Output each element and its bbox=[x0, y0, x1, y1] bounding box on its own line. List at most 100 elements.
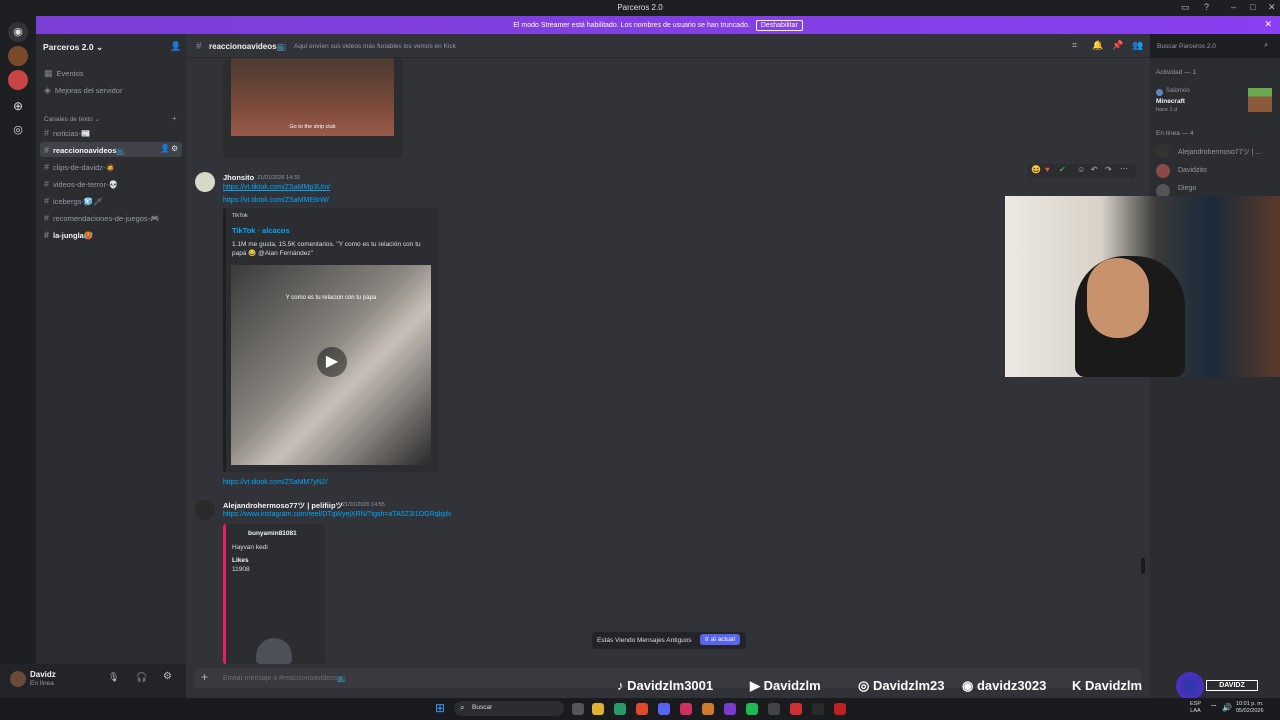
spotify-icon[interactable] bbox=[746, 703, 758, 715]
wifi-icon[interactable]: ⌔ bbox=[1210, 703, 1218, 713]
channel-clips[interactable]: # clips-de-davidz-🧔 bbox=[44, 162, 115, 172]
server-icon-2[interactable] bbox=[8, 70, 28, 90]
forward-icon[interactable]: ↷ bbox=[1105, 165, 1112, 174]
message-link[interactable]: https://vt.tiktok.com/ZSaMM7yN2/ bbox=[223, 479, 328, 486]
edge-icon[interactable] bbox=[614, 703, 626, 715]
channel-logo bbox=[1176, 672, 1204, 700]
app-icon[interactable] bbox=[834, 703, 846, 715]
channel-sidebar: Parceros 2.0 ⌄ 👤 ▦ Eventos ◈ Mejoras del s… bbox=[36, 34, 186, 664]
message-link[interactable]: https://www.instagram.com/reel/DTqWyejXR… bbox=[223, 511, 451, 518]
instagram-icon: ◎ bbox=[858, 678, 870, 693]
more-options-icon[interactable]: ⋯ bbox=[1120, 164, 1128, 173]
attach-icon[interactable]: + bbox=[201, 670, 208, 684]
add-server-icon[interactable]: ⊕ bbox=[8, 96, 28, 116]
maximize-button[interactable]: □ bbox=[1250, 2, 1255, 12]
message-link[interactable]: https://vt.tiktok.com/ZSaMME6rW/ bbox=[223, 197, 329, 204]
language-indicator[interactable]: ESP LAA bbox=[1190, 701, 1201, 715]
sidebar-item-boosts[interactable]: ◈ Mejoras del servidor bbox=[44, 85, 122, 96]
embed-title[interactable]: TikTok · alcacos bbox=[232, 226, 290, 235]
channel-noticias[interactable]: # noticias-📰 bbox=[44, 128, 90, 138]
discover-icon[interactable]: ◎ bbox=[8, 120, 28, 140]
task-view-icon[interactable] bbox=[572, 703, 584, 715]
app-icon[interactable] bbox=[724, 703, 736, 715]
add-channel-icon[interactable]: + bbox=[172, 114, 177, 123]
activity-card[interactable]: Salomón Minecraft hace 1 d bbox=[1156, 86, 1274, 116]
invite-icon[interactable]: 👤 bbox=[170, 41, 181, 52]
channel-hash-icon: # bbox=[196, 41, 202, 52]
tiktok-embed: TikTok TikTok · alcacos 1.1M me gusta, 1… bbox=[223, 208, 439, 472]
inbox-icon[interactable]: ▭ bbox=[1181, 2, 1190, 13]
reaction-check-icon[interactable]: ✔ bbox=[1059, 165, 1066, 174]
headphones-icon[interactable]: 🎧 bbox=[136, 672, 147, 683]
sidebar-item-events[interactable]: ▦ Eventos bbox=[44, 68, 84, 79]
embed-video[interactable]: Y como es tu relacion con tu papa ▶ bbox=[231, 265, 431, 465]
app-icon[interactable] bbox=[702, 703, 714, 715]
discord-taskbar-icon[interactable] bbox=[658, 703, 670, 715]
reaction-emoji-icon[interactable]: 😆 bbox=[1031, 165, 1041, 174]
minimize-button[interactable]: – bbox=[1231, 2, 1236, 12]
capcut-icon[interactable] bbox=[812, 703, 824, 715]
threads-icon[interactable]: ⌗ bbox=[1072, 40, 1077, 51]
embed-image-placeholder bbox=[256, 638, 292, 664]
search-icon: ⌕ bbox=[1264, 42, 1268, 49]
member-item[interactable]: Alejandrohermoso77ツ | ... bbox=[1156, 144, 1276, 158]
disable-streamer-button[interactable]: Deshabilitar bbox=[755, 20, 803, 31]
instagram-embed: bunyamin81081 Hayvan kedi Likes 11908 bbox=[223, 524, 325, 664]
avatar[interactable] bbox=[10, 671, 26, 687]
reaction-heart-icon[interactable]: ♥ bbox=[1045, 165, 1050, 174]
invite-member-icon[interactable]: 👤 bbox=[160, 144, 170, 153]
help-icon[interactable]: ? bbox=[1204, 2, 1209, 12]
jump-to-present-button[interactable]: Ir al actual bbox=[700, 634, 740, 645]
add-reaction-icon[interactable]: ☺ bbox=[1077, 165, 1085, 174]
avatar bbox=[1156, 164, 1170, 178]
reply-icon[interactable]: ↶ bbox=[1091, 165, 1098, 174]
channel-recomendaciones[interactable]: # recomendaciones-de-juegos-🎮 bbox=[44, 213, 160, 223]
taskbar-search[interactable]: ⌕ Buscar bbox=[454, 701, 564, 716]
avatar[interactable] bbox=[195, 172, 215, 192]
composer-placeholder: Enviar mensaje a #reaccionoavideos📺 bbox=[223, 675, 347, 682]
message-author[interactable]: Alejandrohermoso77ツ | pelifiipツ bbox=[223, 500, 343, 511]
discord-home-icon[interactable]: ◉ bbox=[8, 22, 28, 42]
activity-header: Actividad — 1 bbox=[1156, 69, 1197, 76]
channel-videos-de-terror[interactable]: # videos-de-terror-💀 bbox=[44, 179, 118, 189]
channel-la-jungla[interactable]: # la-jungla🥵 bbox=[44, 230, 93, 240]
pin-icon[interactable]: 📌 bbox=[1112, 40, 1123, 51]
video-caption: Go to the strip club bbox=[289, 124, 336, 130]
clock[interactable]: 10:01 p. m. 05/02/2026 bbox=[1236, 701, 1264, 715]
member-item[interactable]: Davidzito bbox=[1156, 164, 1276, 178]
embed-author[interactable]: bunyamin81081 bbox=[248, 530, 297, 537]
chat-scrollbar[interactable] bbox=[1141, 558, 1145, 574]
close-window-button[interactable]: ✕ bbox=[1268, 2, 1276, 13]
message-link[interactable]: https://vt.tiktok.com/ZSaMMp3Um/ bbox=[223, 184, 330, 191]
play-icon[interactable]: ▶ bbox=[317, 347, 347, 377]
notification-bell-icon[interactable]: 🔔 bbox=[1092, 40, 1103, 51]
webcam-overlay bbox=[1005, 196, 1280, 377]
tiktok-taskbar-icon[interactable] bbox=[680, 703, 692, 715]
channel-header: # reaccionoavideos📺 Aquí envíen sus vide… bbox=[186, 34, 1150, 58]
server-icon-parceros[interactable] bbox=[8, 46, 28, 66]
channel-reaccionoavideos[interactable]: # reaccionoavideos📺 bbox=[44, 145, 126, 155]
social-tiktok: ♪ Davidzlm3001 bbox=[617, 678, 714, 693]
calendar-icon: ▦ bbox=[44, 68, 53, 78]
volume-icon[interactable]: 🔊 bbox=[1222, 703, 1232, 712]
chrome-icon[interactable] bbox=[636, 703, 648, 715]
member-list-icon[interactable]: 👥 bbox=[1132, 40, 1143, 51]
banner-close-icon[interactable]: ✕ bbox=[1264, 19, 1272, 30]
tiktok-icon: ♪ bbox=[617, 678, 624, 693]
channel-icebergs[interactable]: # icebergs-🧊🗡 bbox=[44, 196, 103, 206]
message-author[interactable]: Jhonsito bbox=[223, 173, 254, 182]
youtube-icon: ▶ bbox=[750, 678, 760, 693]
category-text-channels[interactable]: Canales de texto ⌄ bbox=[44, 115, 100, 123]
user-panel: Davidz En línea 🎙 🎧 ⚙ bbox=[0, 664, 186, 698]
channel-settings-icon[interactable]: ⚙ bbox=[171, 144, 178, 153]
user-settings-icon[interactable]: ⚙ bbox=[163, 671, 172, 682]
search-input[interactable]: Buscar Parceros 2.0 ⌕ bbox=[1152, 40, 1272, 54]
windows-start-icon[interactable]: ⊞ bbox=[435, 701, 445, 715]
social-kick: K Davidzlm bbox=[1072, 678, 1143, 693]
app-icon[interactable] bbox=[790, 703, 802, 715]
file-explorer-icon[interactable] bbox=[592, 703, 604, 715]
avatar[interactable] bbox=[195, 500, 215, 520]
microphone-icon[interactable]: 🎙 bbox=[108, 672, 119, 683]
server-name-button[interactable]: Parceros 2.0 ⌄ bbox=[43, 42, 103, 53]
steam-icon[interactable] bbox=[768, 703, 780, 715]
